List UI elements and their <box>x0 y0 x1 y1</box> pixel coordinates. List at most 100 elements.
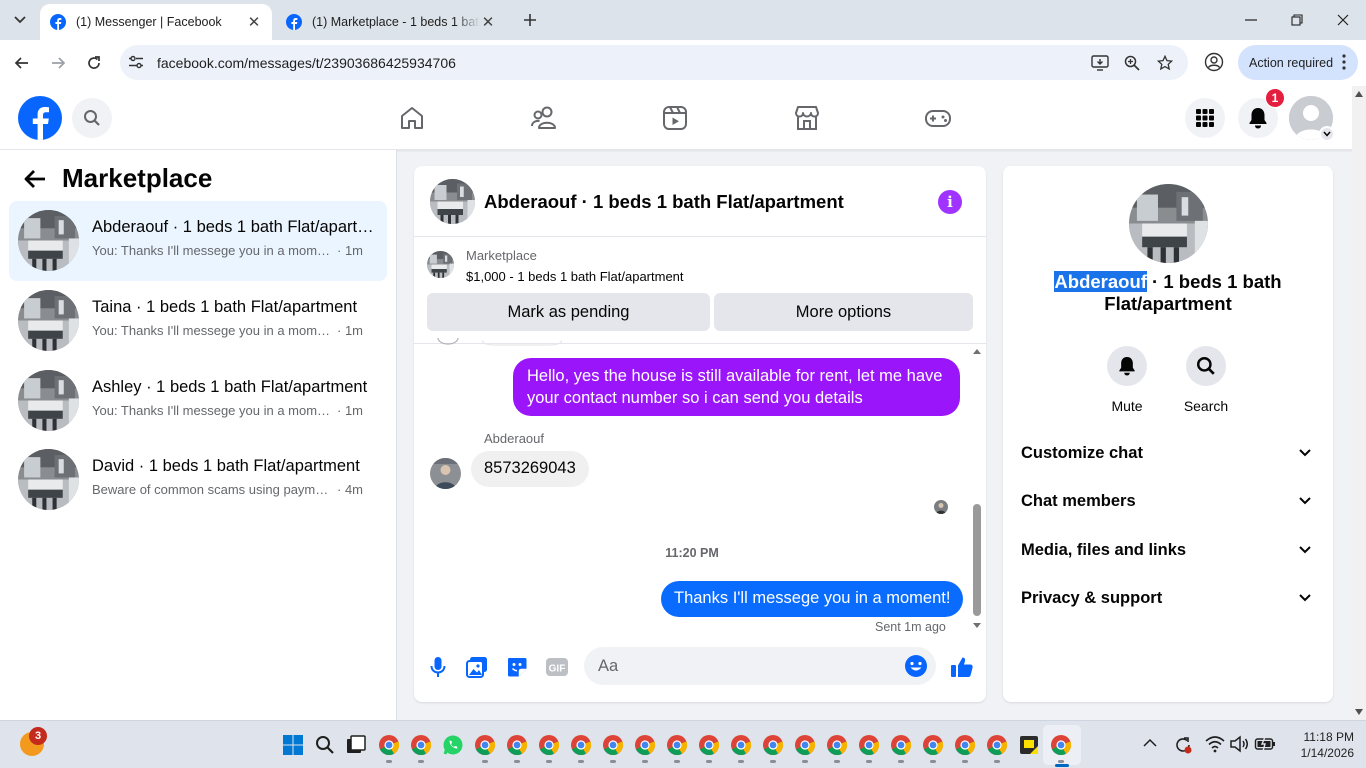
tab-marketplace[interactable]: (1) Marketplace - 1 beds 1 bath ✕ <box>276 4 506 40</box>
close-tab-icon[interactable]: ✕ <box>480 14 496 31</box>
chrome-icon[interactable] <box>474 734 496 756</box>
reload-button[interactable] <box>80 49 108 77</box>
outgoing-message[interactable]: Thanks I'll messege you in a moment! <box>661 581 964 617</box>
scroll-up-arrow-icon[interactable] <box>972 347 982 355</box>
chat-info-avatar[interactable] <box>1129 184 1208 263</box>
page-scrollbar[interactable] <box>1352 86 1366 720</box>
profile-icon[interactable] <box>1204 52 1224 72</box>
site-info-icon[interactable] <box>128 54 144 70</box>
chrome-icon[interactable] <box>666 734 688 756</box>
mark-as-pending-button[interactable]: Mark as pending <box>427 293 710 331</box>
minimize-button[interactable] <box>1228 0 1274 40</box>
chrome-icon[interactable] <box>922 734 944 756</box>
mute-button[interactable]: Mute <box>1097 346 1157 414</box>
outgoing-message[interactable]: Hello, yes the house is still available … <box>513 358 960 416</box>
action-required-button[interactable]: Action required <box>1238 45 1358 80</box>
tab-search-button[interactable] <box>6 7 34 33</box>
back-arrow-button[interactable] <box>22 166 48 192</box>
home-icon <box>401 107 423 129</box>
customize-chat-section[interactable]: Customize chat <box>1021 444 1317 468</box>
conversation-item[interactable]: Taina · 1 beds 1 bath Flat/apartment You:… <box>9 281 387 361</box>
chrome-icon[interactable] <box>570 734 592 756</box>
listing-price[interactable]: $1,000 - 1 beds 1 bath Flat/apartment <box>466 269 684 284</box>
chrome-icon[interactable] <box>794 734 816 756</box>
incoming-message[interactable]: 8573269043 <box>471 451 589 487</box>
chevron-up-icon[interactable] <box>1143 738 1157 748</box>
install-app-icon[interactable] <box>1090 53 1110 73</box>
chrome-icon[interactable] <box>858 734 880 756</box>
info-icon[interactable]: i <box>938 190 962 214</box>
conversation-item[interactable]: Ashley · 1 beds 1 bath Flat/apartment You… <box>9 361 387 441</box>
nav-marketplace[interactable] <box>791 102 823 134</box>
chrome-icon[interactable] <box>378 734 400 756</box>
conversation-item[interactable]: David · 1 beds 1 bath Flat/apartment Bewa… <box>9 440 387 520</box>
listing-thumbnail[interactable] <box>427 251 454 278</box>
volume-icon[interactable] <box>1229 735 1249 753</box>
chat-title[interactable]: Abderaouf · 1 beds 1 bath Flat/apartment <box>484 191 844 213</box>
nav-friends[interactable] <box>528 102 560 134</box>
search-icon[interactable] <box>314 734 336 756</box>
chrome-icon[interactable] <box>730 734 752 756</box>
chrome-icon[interactable] <box>602 734 624 756</box>
voice-clip-button[interactable] <box>425 654 451 680</box>
sticky-notes-icon[interactable] <box>1018 734 1040 756</box>
attach-photo-button[interactable] <box>464 654 490 680</box>
bookmark-star-icon[interactable] <box>1155 53 1175 73</box>
battery-icon[interactable] <box>1254 735 1276 753</box>
media-files-links-section[interactable]: Media, files and links <box>1021 541 1317 565</box>
restore-button[interactable] <box>1274 0 1320 40</box>
more-vert-icon[interactable] <box>1342 54 1346 70</box>
search-conversation-button[interactable]: Search <box>1176 346 1236 414</box>
nav-home[interactable] <box>396 102 428 134</box>
sender-avatar[interactable] <box>430 458 461 489</box>
sync-icon[interactable] <box>1173 735 1193 755</box>
forward-button[interactable] <box>44 49 72 77</box>
more-options-button[interactable]: More options <box>714 293 973 331</box>
chrome-icon[interactable] <box>890 734 912 756</box>
like-button[interactable] <box>949 654 975 680</box>
scroll-up-arrow-icon[interactable] <box>1355 91 1363 97</box>
conversation-item[interactable]: Abderaouf · 1 beds 1 bath Flat/apartment… <box>9 201 387 281</box>
sticker-button[interactable] <box>504 654 530 680</box>
chat-members-section[interactable]: Chat members <box>1021 492 1317 516</box>
gif-button[interactable]: GIF <box>544 654 570 680</box>
chrome-icon[interactable] <box>698 734 720 756</box>
address-bar[interactable]: facebook.com/messages/t/2390368642593470… <box>120 45 1188 80</box>
chrome-icon[interactable] <box>410 734 432 756</box>
account-chevron[interactable] <box>1319 126 1335 142</box>
new-tab-button[interactable] <box>519 9 541 31</box>
message-input[interactable]: Aa <box>584 647 936 685</box>
chat-scrollbar-thumb[interactable] <box>973 504 981 616</box>
privacy-support-section[interactable]: Privacy & support <box>1021 589 1317 613</box>
chrome-icon[interactable] <box>762 734 784 756</box>
chrome-icon[interactable] <box>634 734 656 756</box>
chrome-icon[interactable] <box>506 734 528 756</box>
windows-start-icon[interactable] <box>282 734 304 756</box>
tab-messenger[interactable]: (1) Messenger | Facebook ✕ <box>40 4 272 40</box>
whatsapp-icon[interactable] <box>442 734 464 756</box>
wifi-icon[interactable] <box>1205 735 1225 753</box>
chrome-icon[interactable] <box>538 734 560 756</box>
emoji-icon[interactable] <box>904 654 928 678</box>
chrome-icon[interactable] <box>986 734 1008 756</box>
close-window-button[interactable] <box>1320 0 1366 40</box>
section-label: Privacy & support <box>1021 589 1163 607</box>
scroll-down-arrow-icon[interactable] <box>972 622 982 630</box>
close-tab-icon[interactable]: ✕ <box>246 14 262 31</box>
listing-photo-icon <box>427 251 454 278</box>
message-thread[interactable]: Hello, yes the house is still available … <box>414 338 986 634</box>
chrome-icon[interactable] <box>826 734 848 756</box>
chrome-icon[interactable] <box>1050 734 1072 756</box>
search-button[interactable] <box>72 98 112 138</box>
task-view-icon[interactable] <box>345 734 367 756</box>
nav-gaming[interactable] <box>922 102 954 134</box>
facebook-logo-icon[interactable] <box>18 96 62 140</box>
nav-video[interactable] <box>659 102 691 134</box>
menu-button[interactable] <box>1185 98 1225 138</box>
scroll-down-arrow-icon[interactable] <box>1355 709 1363 715</box>
system-clock[interactable]: 11:18 PM 1/14/2026 <box>1284 729 1354 761</box>
back-button[interactable] <box>8 49 36 77</box>
chat-avatar[interactable] <box>430 179 475 224</box>
chrome-icon[interactable] <box>954 734 976 756</box>
zoom-icon[interactable] <box>1122 53 1142 73</box>
